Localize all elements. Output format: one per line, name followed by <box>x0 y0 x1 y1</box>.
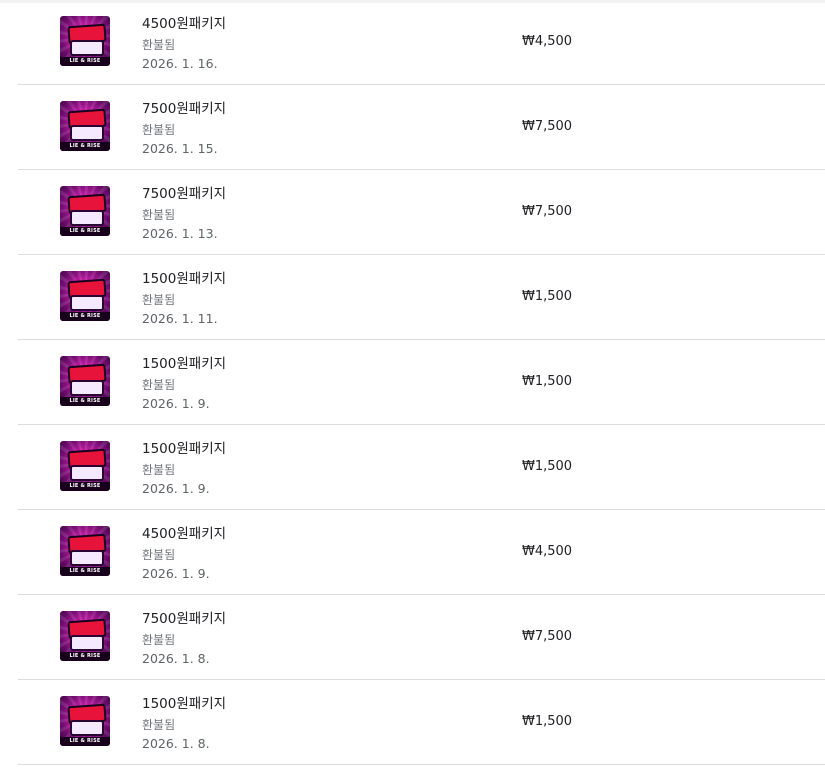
purchase-row[interactable]: LIE & RISE 1500원패키지 환불됨 2026. 1. 8. ₩1,5… <box>18 680 825 765</box>
product-thumbnail: LIE & RISE <box>60 441 110 491</box>
purchase-price: ₩1,500 <box>522 714 573 729</box>
product-thumbnail: LIE & RISE <box>60 271 110 321</box>
purchase-row[interactable]: LIE & RISE 1500원패키지 환불됨 2026. 1. 9. ₩1,5… <box>18 340 825 425</box>
purchase-date: 2026. 1. 13. <box>142 226 218 241</box>
purchase-price: ₩7,500 <box>522 119 573 134</box>
purchase-title: 7500원패키지 <box>142 186 227 202</box>
logo-bottom-plate <box>70 295 104 311</box>
logo-bottom-plate <box>70 465 104 481</box>
purchase-row[interactable]: LIE & RISE 1500원패키지 환불됨 2026. 1. 11. ₩1,… <box>18 255 825 340</box>
purchase-title: 1500원패키지 <box>142 696 227 712</box>
purchase-row[interactable]: LIE & RISE 4500원패키지 환불됨 2026. 1. 16. ₩4,… <box>18 0 825 85</box>
thumbnail-strip-text: LIE & RISE <box>60 397 110 406</box>
purchase-status: 환불됨 <box>142 548 176 562</box>
thumbnail-strip-text: LIE & RISE <box>60 737 110 746</box>
purchase-row[interactable]: LIE & RISE 7500원패키지 환불됨 2026. 1. 8. ₩7,5… <box>18 595 825 680</box>
purchase-price: ₩7,500 <box>522 204 573 219</box>
logo-bottom-plate <box>70 210 104 226</box>
logo-bottom-plate <box>70 125 104 141</box>
purchase-title: 7500원패키지 <box>142 611 227 627</box>
logo-bottom-plate <box>70 550 104 566</box>
purchase-price: ₩4,500 <box>522 34 573 49</box>
purchase-date: 2026. 1. 9. <box>142 396 210 411</box>
product-thumbnail: LIE & RISE <box>60 356 110 406</box>
purchase-date: 2026. 1. 11. <box>142 311 218 326</box>
purchase-price: ₩4,500 <box>522 544 573 559</box>
purchase-status: 환불됨 <box>142 293 176 307</box>
purchase-price: ₩1,500 <box>522 289 573 304</box>
purchase-row[interactable]: LIE & RISE 7500원패키지 환불됨 2026. 1. 13. ₩7,… <box>18 170 825 255</box>
thumbnail-strip-text: LIE & RISE <box>60 312 110 321</box>
purchase-price: ₩7,500 <box>522 629 573 644</box>
purchase-title: 4500원패키지 <box>142 526 227 542</box>
purchase-price: ₩1,500 <box>522 374 573 389</box>
purchase-date: 2026. 1. 9. <box>142 566 210 581</box>
purchase-status: 환불됨 <box>142 463 176 477</box>
thumbnail-strip-text: LIE & RISE <box>60 142 110 151</box>
thumbnail-strip-text: LIE & RISE <box>60 652 110 661</box>
purchase-status: 환불됨 <box>142 208 176 222</box>
purchase-date: 2026. 1. 8. <box>142 651 210 666</box>
purchase-row[interactable]: LIE & RISE 7500원패키지 환불됨 2026. 1. 15. ₩7,… <box>18 85 825 170</box>
purchase-status: 환불됨 <box>142 378 176 392</box>
purchase-date: 2026. 1. 9. <box>142 481 210 496</box>
product-thumbnail: LIE & RISE <box>60 611 110 661</box>
product-thumbnail: LIE & RISE <box>60 526 110 576</box>
purchase-title: 1500원패키지 <box>142 271 227 287</box>
purchase-status: 환불됨 <box>142 633 176 647</box>
logo-bottom-plate <box>70 720 104 736</box>
thumbnail-strip-text: LIE & RISE <box>60 57 110 66</box>
purchase-row[interactable]: LIE & RISE 4500원패키지 환불됨 2026. 1. 9. ₩4,5… <box>18 510 825 595</box>
purchase-title: 1500원패키지 <box>142 356 227 372</box>
purchase-status: 환불됨 <box>142 123 176 137</box>
product-thumbnail: LIE & RISE <box>60 186 110 236</box>
purchase-price: ₩1,500 <box>522 459 573 474</box>
purchase-history-list: LIE & RISE 4500원패키지 환불됨 2026. 1. 16. ₩4,… <box>18 0 825 765</box>
purchase-date: 2026. 1. 16. <box>142 56 218 71</box>
purchase-status: 환불됨 <box>142 718 176 732</box>
purchase-title: 4500원패키지 <box>142 16 227 32</box>
thumbnail-strip-text: LIE & RISE <box>60 482 110 491</box>
logo-bottom-plate <box>70 380 104 396</box>
purchase-title: 7500원패키지 <box>142 101 227 117</box>
purchase-date: 2026. 1. 8. <box>142 736 210 751</box>
thumbnail-strip-text: LIE & RISE <box>60 227 110 236</box>
product-thumbnail: LIE & RISE <box>60 16 110 66</box>
purchase-row[interactable]: LIE & RISE 1500원패키지 환불됨 2026. 1. 9. ₩1,5… <box>18 425 825 510</box>
product-thumbnail: LIE & RISE <box>60 696 110 746</box>
product-thumbnail: LIE & RISE <box>60 101 110 151</box>
logo-bottom-plate <box>70 635 104 651</box>
logo-bottom-plate <box>70 40 104 56</box>
purchase-title: 1500원패키지 <box>142 441 227 457</box>
thumbnail-strip-text: LIE & RISE <box>60 567 110 576</box>
purchase-date: 2026. 1. 15. <box>142 141 218 156</box>
purchase-status: 환불됨 <box>142 38 176 52</box>
